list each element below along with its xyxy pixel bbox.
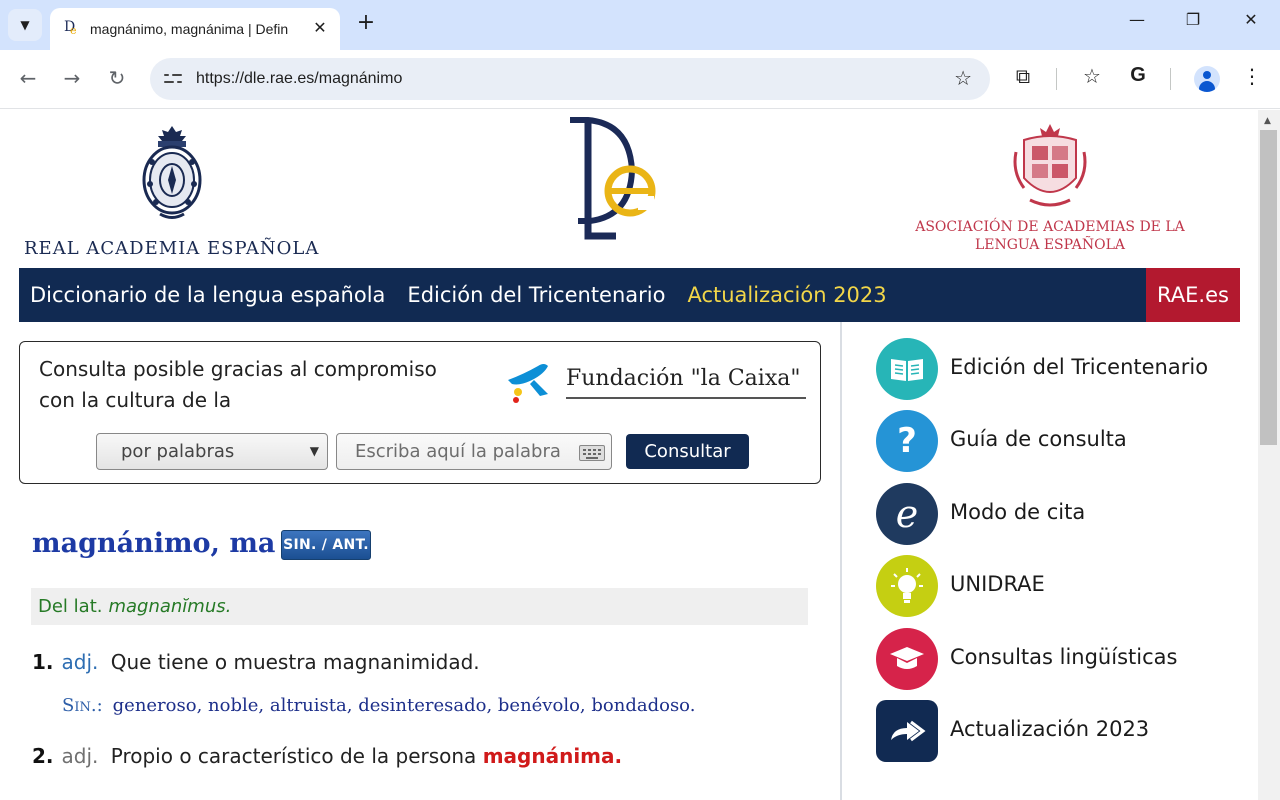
- chevron-down-icon: ▼: [309, 444, 319, 458]
- restore-button[interactable]: ❐: [1173, 10, 1213, 29]
- page-content: REAL ACADEMIA ESPAÑOLA ASOCIACIÓN DE ACA…: [0, 110, 1258, 800]
- etymology-prefix: Del lat.: [38, 596, 103, 617]
- rae-name: REAL ACADEMIA ESPAÑOLA: [24, 238, 320, 259]
- search-panel: Consulta posible gracias al compromiso c…: [19, 341, 821, 484]
- forward-arrows-icon: [876, 700, 938, 762]
- tab-strip: ▼ De magnánimo, magnánima | Defin ✕ + — …: [0, 0, 1280, 50]
- sidebar-item-actualizacion[interactable]: Actualización 2023: [876, 700, 1236, 764]
- update-label[interactable]: Actualización 2023: [687, 283, 886, 307]
- sense-1: 1. adj. Que tiene o muestra magnanimidad.: [32, 650, 480, 674]
- sidebar-item-guia[interactable]: ? Guía de consulta: [876, 410, 1236, 474]
- search-mode-select[interactable]: por palabras ▼: [96, 433, 328, 470]
- minimize-button[interactable]: —: [1117, 10, 1157, 29]
- entry-headword: magnánimo, ma: [32, 528, 276, 559]
- sidebar-item-consultas[interactable]: Consultas lingüísticas: [876, 628, 1236, 692]
- synonyms-label: Sin.:: [62, 695, 103, 716]
- page-scrollbar[interactable]: ▲: [1258, 110, 1280, 800]
- sense-definition: Propio o característico de la persona: [110, 744, 477, 768]
- sidebar-item-tricentenario[interactable]: Edición del Tricentenario: [876, 338, 1236, 402]
- url-text[interactable]: https://dle.rae.es/magnánimo: [196, 70, 402, 88]
- etymology: Del lat. magnanĭmus.: [31, 588, 808, 625]
- synonym-link[interactable]: benévolo: [498, 695, 580, 716]
- asale-logo[interactable]: ASOCIACIÓN DE ACADEMIAS DE LA LENGUA ESP…: [905, 122, 1195, 257]
- tab-search-button[interactable]: ▼: [8, 9, 42, 41]
- question-icon: ?: [876, 410, 938, 472]
- sponsor-message: Consulta posible gracias al compromiso c…: [39, 357, 437, 412]
- rae-crest-icon: [142, 126, 202, 219]
- sidebar-item-label: Edición del Tricentenario: [950, 355, 1209, 379]
- bookmarks-icon[interactable]: ☆: [1077, 64, 1107, 88]
- close-window-button[interactable]: ✕: [1231, 10, 1271, 29]
- scroll-up-icon[interactable]: ▲: [1264, 116, 1271, 126]
- sense-abbr[interactable]: adj.: [62, 650, 99, 674]
- sidebar-item-label: Modo de cita: [950, 500, 1086, 524]
- sense-2: 2. adj. Propio o característico de la per…: [32, 744, 622, 768]
- dictionary-bar: Diccionario de la lengua española Edició…: [19, 268, 1240, 322]
- sense-number: 1.: [32, 650, 54, 674]
- tab-title: magnánimo, magnánima | Defin: [90, 21, 289, 37]
- dictionary-title[interactable]: Diccionario de la lengua española: [30, 283, 385, 307]
- sidebar-item-unidrae[interactable]: UNIDRAE: [876, 555, 1236, 619]
- keyboard-icon[interactable]: [579, 445, 605, 461]
- column-divider: [840, 322, 842, 800]
- book-icon: [876, 338, 938, 400]
- asale-name: ASOCIACIÓN DE ACADEMIAS DE LA LENGUA ESP…: [915, 219, 1185, 253]
- sense-highlight: magnánima.: [482, 744, 623, 768]
- rae-es-link[interactable]: RAE.es: [1146, 268, 1240, 322]
- address-bar[interactable]: https://dle.rae.es/magnánimo ☆: [150, 58, 990, 100]
- rae-logo[interactable]: REAL ACADEMIA ESPAÑOLA: [24, 122, 329, 262]
- reload-icon[interactable]: ↻: [104, 66, 130, 90]
- asale-crest-icon: [1013, 124, 1087, 207]
- scrollbar-thumb[interactable]: [1260, 130, 1277, 445]
- chevron-down-icon: ▼: [20, 18, 30, 32]
- site-info-icon[interactable]: [164, 72, 182, 86]
- extensions-puzzle-icon[interactable]: ⧉: [1008, 64, 1038, 88]
- new-tab-button[interactable]: +: [352, 10, 380, 35]
- sidebar-item-modo-cita[interactable]: e Modo de cita: [876, 483, 1236, 547]
- sense-definition: Que tiene o muestra magnanimidad.: [110, 650, 480, 674]
- sidebar-item-label: UNIDRAE: [950, 572, 1045, 596]
- tab-close-icon[interactable]: ✕: [310, 18, 330, 37]
- lightbulb-icon: [876, 555, 938, 617]
- sidebar-item-label: Actualización 2023: [950, 717, 1150, 741]
- synonym-link[interactable]: bondadoso: [591, 695, 689, 716]
- la-caixa-logo[interactable]: Fundación "la Caixa": [504, 360, 809, 404]
- active-tab[interactable]: De magnánimo, magnánima | Defin ✕: [50, 8, 340, 50]
- synonyms-antonyms-button[interactable]: SIN. / ANT.: [281, 530, 371, 560]
- synonyms-line: Sin.: generoso, noble, altruista, desinte…: [62, 695, 696, 716]
- etymology-word: magnanĭmus.: [108, 596, 232, 617]
- la-caixa-star-icon: [508, 364, 548, 403]
- search-placeholder: Escriba aquí la palabra: [355, 441, 561, 462]
- sidebar-item-label: Guía de consulta: [950, 427, 1127, 451]
- dle-logo[interactable]: [560, 116, 660, 246]
- search-input[interactable]: Escriba aquí la palabra: [336, 433, 612, 470]
- google-icon[interactable]: G: [1123, 64, 1153, 87]
- sense-abbr[interactable]: adj.: [62, 744, 99, 768]
- synonym-link[interactable]: altruista: [270, 695, 347, 716]
- sidebar-item-label: Consultas lingüísticas: [950, 645, 1178, 669]
- e-icon: e: [876, 483, 938, 545]
- sense-number: 2.: [32, 744, 54, 768]
- search-mode-value: por palabras: [121, 441, 235, 462]
- dle-favicon-icon: De: [64, 19, 77, 37]
- synonym-link[interactable]: desinteresado: [358, 695, 486, 716]
- profile-avatar[interactable]: [1194, 66, 1220, 92]
- edition-label[interactable]: Edición del Tricentenario: [407, 283, 665, 307]
- menu-kebab-icon[interactable]: ⋮: [1237, 64, 1267, 88]
- synonym-link[interactable]: generoso: [113, 695, 197, 716]
- synonym-link[interactable]: noble: [208, 695, 258, 716]
- sponsor-name: Fundación "la Caixa": [566, 366, 801, 391]
- consultar-button[interactable]: Consultar: [626, 434, 749, 469]
- back-arrow-icon[interactable]: ←: [15, 66, 41, 90]
- bookmark-star-icon[interactable]: ☆: [954, 66, 972, 90]
- graduation-cap-icon: [876, 628, 938, 690]
- browser-toolbar: ← → ↻ https://dle.rae.es/magnánimo ☆ ⧉ ☆…: [0, 50, 1280, 109]
- forward-arrow-icon[interactable]: →: [59, 66, 85, 90]
